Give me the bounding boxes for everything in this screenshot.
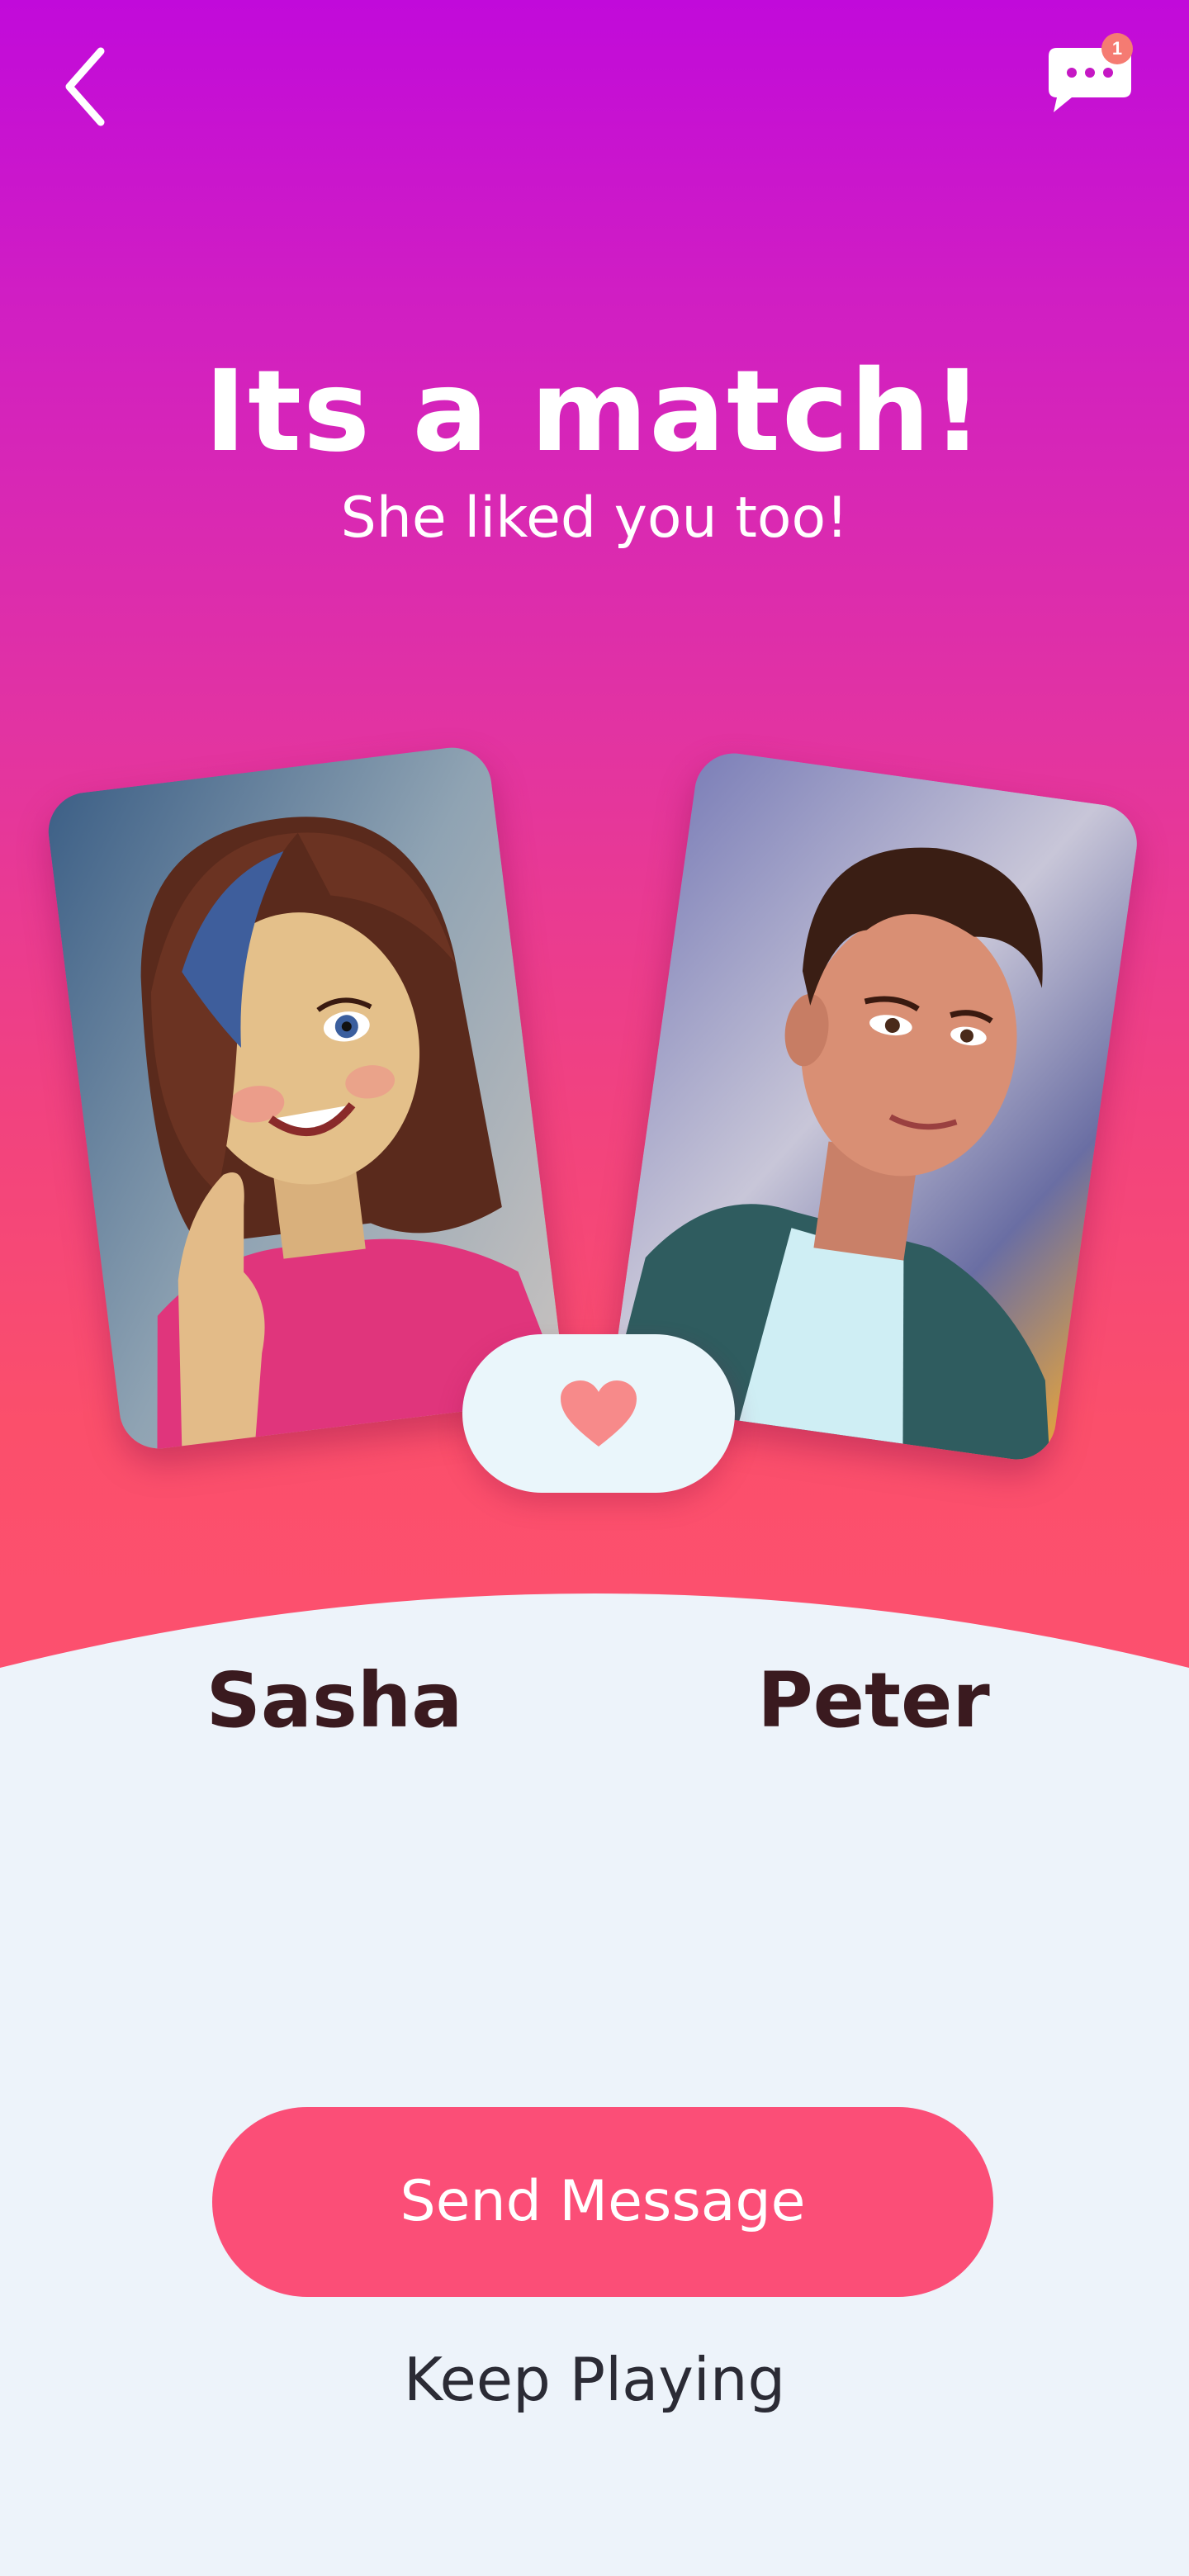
match-title: Its a match! xyxy=(204,347,985,477)
chevron-left-icon xyxy=(65,47,105,126)
send-message-button[interactable]: Send Message xyxy=(212,2107,993,2297)
profile-name-peter: Peter xyxy=(757,1656,990,1745)
messages-button[interactable]: 1 xyxy=(1034,30,1149,121)
back-button[interactable] xyxy=(50,41,124,132)
profile-card-sasha xyxy=(44,743,567,1453)
sasha-avatar-illustration xyxy=(44,743,567,1453)
heart-icon xyxy=(561,1380,637,1447)
profile-name-sasha: Sasha xyxy=(206,1656,463,1745)
keep-playing-link[interactable]: Keep Playing xyxy=(0,2345,1189,2414)
match-subtitle: She liked you too! xyxy=(340,485,849,551)
notification-badge: 1 xyxy=(1101,33,1133,64)
heart-badge xyxy=(462,1334,735,1493)
